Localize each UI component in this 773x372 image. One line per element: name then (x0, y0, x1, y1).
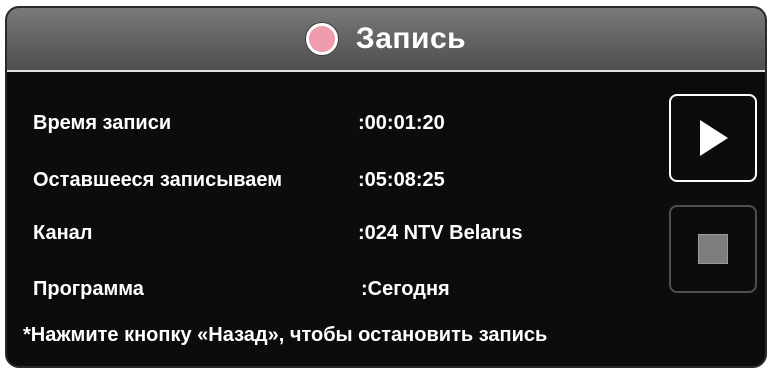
stop-button[interactable] (669, 205, 757, 293)
play-button[interactable] (669, 94, 757, 182)
recording-dialog: Запись Время записи :00:01:20 Оставшееся … (5, 6, 767, 368)
info-row-remaining-time: Оставшееся записываем :05:08:25 (33, 169, 445, 192)
info-row-channel: Канал :024 NTV Belarus (33, 222, 523, 245)
info-row-program: Программа :Сегодня (33, 278, 450, 301)
program-label: Программа (33, 278, 144, 300)
program-value: :Сегодня (361, 278, 450, 300)
recording-time-value: :00:01:20 (358, 112, 445, 134)
play-icon (700, 120, 728, 156)
info-row-recording-time: Время записи :00:01:20 (33, 112, 445, 135)
channel-value: :024 NTV Belarus (358, 222, 523, 244)
dialog-title: Запись (355, 22, 467, 55)
record-indicator-icon (305, 23, 338, 55)
remaining-time-label: Оставшееся записываем (33, 169, 283, 191)
dialog-titlebar: Запись (7, 8, 765, 72)
recording-time-label: Время записи (33, 112, 172, 134)
remaining-time-value: :05:08:25 (358, 169, 445, 191)
stop-instruction-note: *Нажмите кнопку «Назад», чтобы остановит… (23, 324, 548, 346)
channel-label: Канал (33, 222, 93, 244)
stop-icon (698, 234, 728, 264)
